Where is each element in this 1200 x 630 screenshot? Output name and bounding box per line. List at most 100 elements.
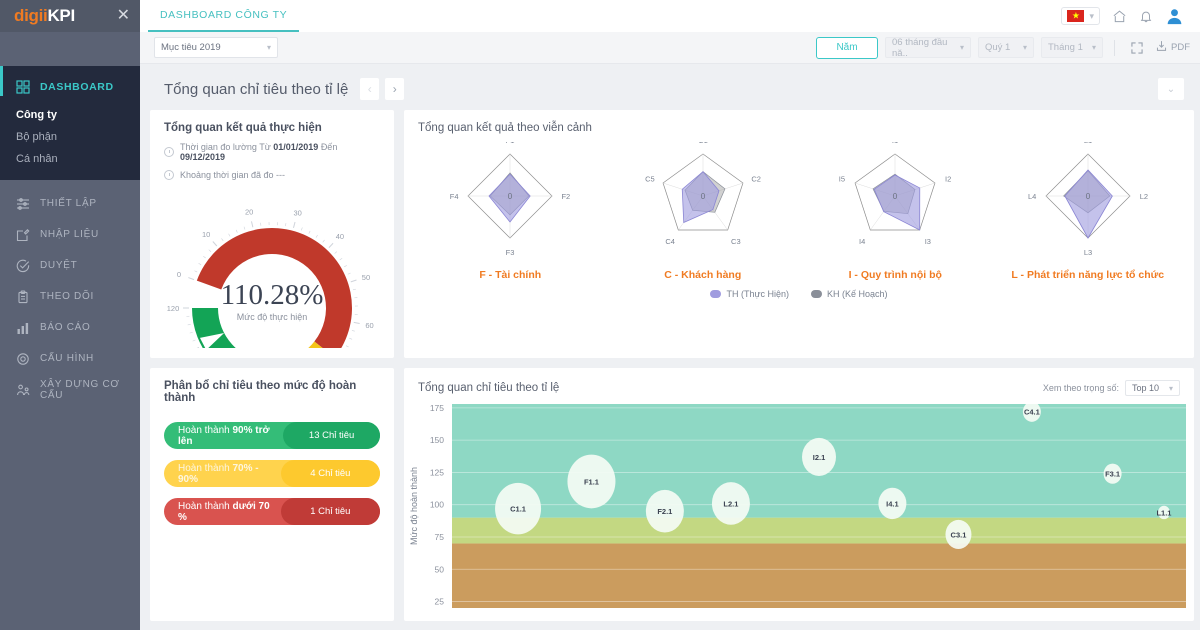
- svg-text:10: 10: [202, 230, 210, 239]
- radar-svg: 0F1F2F3F4: [425, 142, 595, 260]
- performance-card: Tổng quan kết quả thực hiện Thời gian đo…: [150, 110, 394, 358]
- distribution-row[interactable]: Hoàn thành 90% trở lên 13 Chỉ tiêu: [164, 422, 380, 449]
- chevron-down-icon: ▾: [1023, 43, 1027, 52]
- sidebar-item-dashboard[interactable]: DASHBOARD: [0, 76, 140, 104]
- bubble-chart-title: Tổng quan chỉ tiêu theo tỉ lệ: [418, 382, 559, 394]
- sidebar-item-bao-cao[interactable]: BÁO CÁO: [0, 312, 140, 343]
- svg-text:0: 0: [177, 270, 181, 279]
- brand-bar: digiiKPI ✕: [0, 0, 140, 32]
- sidebar-item-bao-cao-label: BÁO CÁO: [40, 322, 90, 333]
- period-month-select[interactable]: Tháng 1 ▾: [1041, 37, 1103, 58]
- distribution-row[interactable]: Hoàn thành 70% - 90% 4 Chỉ tiêu: [164, 460, 380, 487]
- legend-dot-kh: [811, 290, 822, 298]
- sidebar-item-cau-hinh-label: CẤU HÌNH: [40, 353, 94, 364]
- sidebar-item-theo-doi[interactable]: THEO DÕI: [0, 281, 140, 312]
- home-icon[interactable]: [1112, 9, 1127, 24]
- radar-chart-c: 0C1C2C3C4C5C - Khách hàng: [618, 142, 788, 281]
- distribution-row-prefix: Hoàn thành: [178, 425, 233, 436]
- period-half-select[interactable]: 06 tháng đầu nă.. ▾: [885, 37, 971, 58]
- radar-charts: 0F1F2F3F4F - Tài chính0C1C2C3C4C5C - Khá…: [404, 138, 1194, 281]
- vietnam-flag-icon: [1067, 10, 1084, 22]
- clock-icon: [164, 170, 174, 180]
- goal-select[interactable]: Mục tiêu 2019 ▾: [154, 37, 278, 58]
- bubble-label: I2.1: [813, 453, 826, 462]
- sidebar-item-xay-dung-co-cau[interactable]: XÂY DỰNG CƠ CẤU: [0, 374, 140, 405]
- bubble-chart-header: Tổng quan chỉ tiêu theo tỉ lệ Xem theo t…: [404, 368, 1194, 396]
- sidebar-item-ca-nhan[interactable]: Cá nhân: [0, 148, 140, 170]
- measure-period-mid: Đến: [321, 142, 338, 152]
- svg-text:30: 30: [293, 208, 301, 217]
- collapse-panel-button[interactable]: ⌄: [1158, 78, 1184, 100]
- page-header: Tổng quan chỉ tiêu theo tỉ lệ ‹ › ⌄: [150, 64, 1190, 110]
- bubble-label: L1.1: [1156, 508, 1171, 517]
- chevron-down-icon: ▾: [1169, 384, 1173, 393]
- radar-axis-label: F1: [506, 142, 515, 145]
- clock-icon: [164, 147, 174, 157]
- svg-text:60: 60: [365, 321, 373, 330]
- user-avatar-icon[interactable]: [1165, 7, 1184, 26]
- y-axis-tick: 75: [435, 532, 445, 542]
- sidebar-spacer: [0, 32, 140, 66]
- sidebar-item-cau-hinh[interactable]: CẤU HÌNH: [0, 343, 140, 374]
- weight-filter-select[interactable]: Top 10 ▾: [1125, 380, 1180, 396]
- distribution-card: Phân bổ chỉ tiêu theo mức độ hoàn thành …: [150, 368, 394, 621]
- goal-select-wrap: Mục tiêu 2019 ▾: [140, 37, 278, 58]
- bell-icon[interactable]: [1139, 9, 1153, 24]
- legend-item-kh: KH (Kế Hoạch): [811, 289, 888, 299]
- legend-label-kh: KH (Kế Hoạch): [827, 289, 888, 299]
- legend-label-th: TH (Thực Hiện): [726, 289, 789, 299]
- radar-axis-label: C2: [751, 175, 761, 184]
- chart-band: [452, 543, 1186, 608]
- sidebar-item-nhap-lieu[interactable]: NHẬP LIỆU: [0, 219, 140, 250]
- svg-text:0: 0: [1086, 192, 1091, 201]
- radar-chart-i: 0I1I2I3I4I5I - Quy trình nội bộ: [810, 142, 980, 281]
- edit-square-icon: [16, 228, 30, 242]
- sidebar-item-bo-phan[interactable]: Bộ phận: [0, 126, 140, 148]
- close-icon[interactable]: ✕: [117, 8, 130, 24]
- export-pdf-button[interactable]: PDF: [1155, 39, 1190, 56]
- period-quarter-select[interactable]: Quý 1 ▾: [978, 37, 1034, 58]
- next-page-button[interactable]: ›: [385, 78, 404, 100]
- distribution-row-count: 4 Chỉ tiêu: [281, 460, 380, 487]
- fullscreen-icon[interactable]: [1126, 38, 1148, 58]
- radar-chart-l: 0L1L2L3L4L - Phát triển năng lực tổ chức: [1003, 142, 1173, 281]
- svg-text:40: 40: [336, 232, 344, 241]
- measured-duration-text: Khoảng thời gian đã đo ---: [180, 170, 285, 180]
- language-selector[interactable]: ▾: [1061, 7, 1100, 25]
- chevron-down-icon: ▾: [960, 43, 964, 52]
- sidebar-item-duyet-label: DUYỆT: [40, 260, 77, 271]
- radar-chart-f: 0F1F2F3F4F - Tài chính: [425, 142, 595, 281]
- sidebar-item-thiet-lap[interactable]: THIẾT LẬP: [0, 188, 140, 219]
- app-logo: digiiKPI: [14, 6, 75, 26]
- distribution-row-count: 13 Chỉ tiêu: [283, 422, 380, 449]
- page-header-left: Tổng quan chỉ tiêu theo tỉ lệ ‹ ›: [164, 78, 404, 100]
- y-axis-tick: 150: [430, 435, 444, 445]
- measure-period-start: 01/01/2019: [273, 142, 318, 152]
- bubble-label: C3.1: [951, 530, 967, 539]
- sidebar-item-duyet[interactable]: DUYỆT: [0, 250, 140, 281]
- period-year-button[interactable]: Năm: [816, 37, 878, 59]
- chevron-down-icon: ▾: [1092, 43, 1096, 52]
- radar-axis-label: L1: [1084, 142, 1092, 145]
- prev-page-button[interactable]: ‹: [360, 78, 379, 100]
- distribution-row-prefix: Hoàn thành: [178, 463, 233, 474]
- weight-filter-label: Xem theo trọng số:: [1043, 383, 1119, 393]
- gear-icon: [16, 352, 30, 366]
- download-pdf-icon: [1155, 39, 1168, 56]
- sidebar-item-cong-ty[interactable]: Công ty: [0, 104, 140, 126]
- distribution-bars: Hoàn thành 90% trở lên 13 Chỉ tiêu Hoàn …: [150, 408, 394, 525]
- measure-period-end: 09/12/2019: [180, 152, 225, 162]
- svg-text:Mức độ thực hiện: Mức độ thực hiện: [237, 312, 308, 322]
- distribution-row-count: 1 Chỉ tiêu: [281, 498, 380, 525]
- bubble-label: C4.1: [1024, 408, 1040, 417]
- toolbar-divider: [1114, 40, 1115, 56]
- radar-svg: 0L1L2L3L4: [1003, 142, 1173, 260]
- top-bar: DASHBOARD CÔNG TY ▾: [140, 0, 1200, 32]
- legend-dot-th: [710, 290, 721, 298]
- weight-filter: Xem theo trọng số: Top 10 ▾: [1043, 380, 1180, 396]
- tab-dashboard-cong-ty[interactable]: DASHBOARD CÔNG TY: [148, 0, 299, 32]
- distribution-row[interactable]: Hoàn thành dưới 70 % 1 Chỉ tiêu: [164, 498, 380, 525]
- svg-text:50: 50: [362, 273, 370, 282]
- page-nav-buttons: ‹ ›: [360, 78, 404, 100]
- period-half-value: 06 tháng đầu nă..: [892, 37, 952, 59]
